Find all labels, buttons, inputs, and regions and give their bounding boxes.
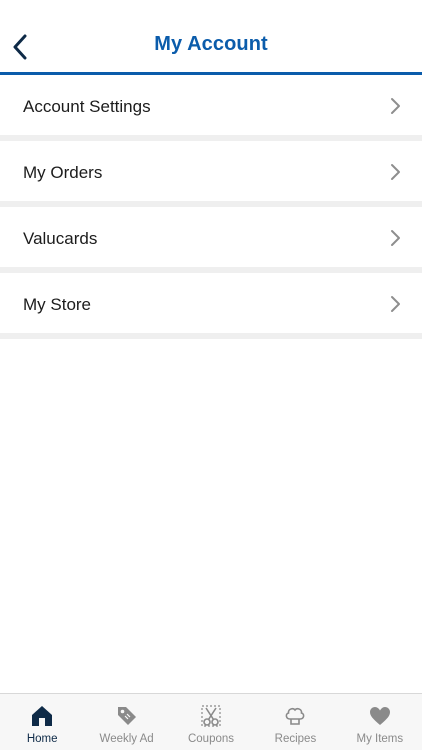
bottom-tab-bar: Home Weekly Ad Coupons Recipes My Items (0, 693, 422, 750)
menu-item-label: Valucards (23, 229, 98, 248)
tab-label: Coupons (187, 733, 235, 745)
chevron-right-icon (391, 164, 400, 180)
tab-label: My Items (356, 733, 404, 745)
tab-weekly-ad[interactable]: Weekly Ad (84, 694, 168, 750)
tab-label: Home (26, 733, 58, 745)
chevron-right-icon (391, 230, 400, 246)
tab-home[interactable]: Home (0, 694, 84, 750)
chevron-right-icon (391, 296, 400, 312)
menu-item-my-store[interactable]: My Store (0, 273, 422, 333)
menu-item-account-settings[interactable]: Account Settings (0, 75, 422, 135)
chef-hat-icon (282, 703, 308, 729)
account-menu: Account Settings My Orders Valucards My … (0, 75, 422, 339)
menu-item-label: Account Settings (23, 97, 151, 116)
tab-label: Recipes (274, 733, 317, 745)
heart-icon (367, 703, 393, 729)
menu-item-valucards[interactable]: Valucards (0, 207, 422, 267)
chevron-right-icon (391, 98, 400, 114)
menu-item-label: My Store (23, 295, 92, 314)
scissors-icon (198, 703, 224, 729)
menu-item-label: My Orders (23, 163, 103, 182)
tab-my-items[interactable]: My Items (338, 694, 422, 750)
tab-recipes[interactable]: Recipes (253, 694, 337, 750)
page-title: My Account (154, 33, 268, 55)
menu-item-my-orders[interactable]: My Orders (0, 141, 422, 201)
header: My Account (0, 0, 422, 72)
home-icon (29, 703, 55, 729)
tab-coupons[interactable]: Coupons (169, 694, 253, 750)
tab-label: Weekly Ad (99, 733, 154, 745)
tag-icon (114, 703, 140, 729)
